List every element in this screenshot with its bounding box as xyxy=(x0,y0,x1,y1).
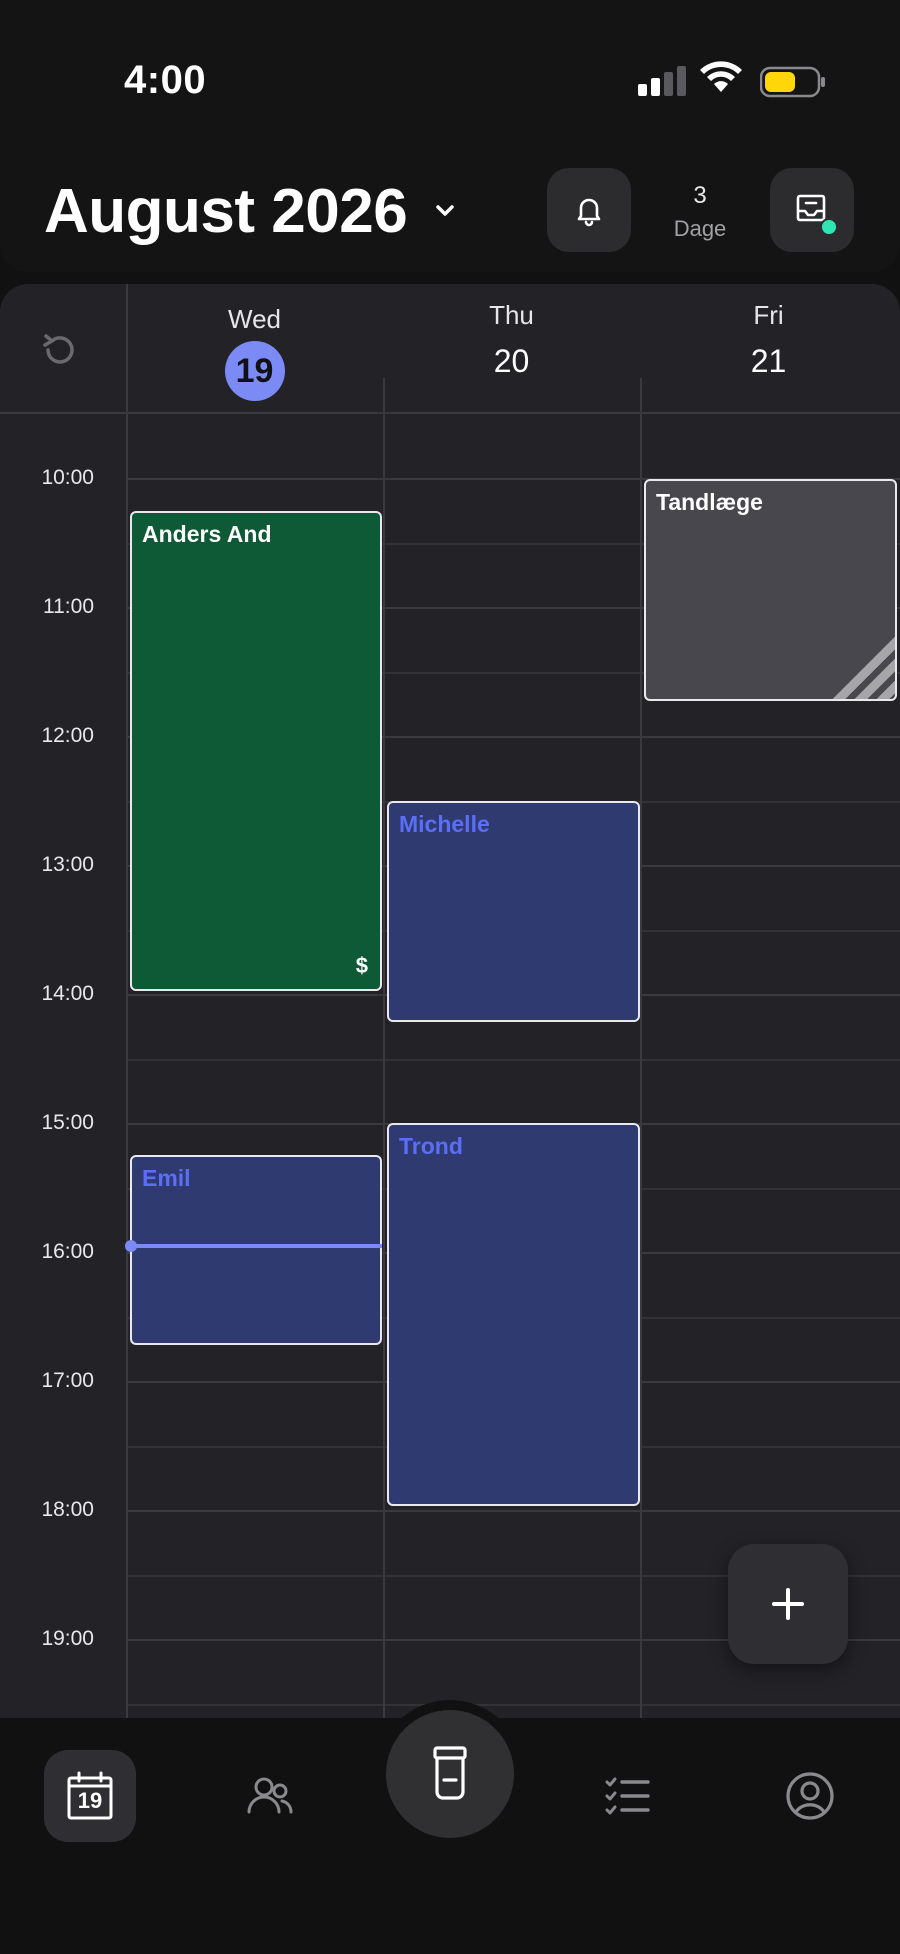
column-divider xyxy=(126,284,128,1718)
cellular-signal-icon xyxy=(638,66,686,96)
notifications-button[interactable] xyxy=(547,168,631,252)
tab-center-action[interactable] xyxy=(386,1710,514,1838)
plus-icon xyxy=(772,1588,804,1620)
event-anders-and[interactable]: Anders And $ xyxy=(130,511,382,991)
header-divider xyxy=(0,412,900,414)
hour-label: 16:00 xyxy=(41,1240,94,1263)
day-name: Fri xyxy=(753,300,784,330)
day-header-wed[interactable]: Wed 19 xyxy=(126,294,383,401)
event-tandlaege[interactable]: Tandlæge xyxy=(644,479,897,701)
half-hour-line xyxy=(128,1058,900,1061)
event-title: Trond xyxy=(399,1133,463,1159)
hour-label: 11:00 xyxy=(43,595,94,618)
hour-label: 14:00 xyxy=(41,982,94,1005)
stripes-pattern xyxy=(809,613,895,699)
tab-profile[interactable] xyxy=(764,1750,856,1842)
tab-calendar-day: 19 xyxy=(77,1788,103,1813)
day-number-today: 19 xyxy=(224,341,285,401)
day-name: Wed xyxy=(228,304,281,334)
payment-badge: $ xyxy=(355,953,368,978)
bell-icon xyxy=(577,198,601,227)
hour-label: 18:00 xyxy=(41,1498,94,1521)
hour-label: 19:00 xyxy=(41,1627,94,1650)
event-michelle[interactable]: Michelle xyxy=(387,801,640,1022)
column-divider xyxy=(640,378,642,1718)
hour-label: 12:00 xyxy=(41,724,94,747)
hour-label: 15:00 xyxy=(41,1111,94,1134)
wifi-icon xyxy=(700,61,742,92)
checklist-icon xyxy=(605,1777,650,1815)
days-count: 3 xyxy=(693,182,707,209)
add-event-button[interactable] xyxy=(728,1544,848,1664)
event-trond[interactable]: Trond xyxy=(387,1123,640,1506)
people-icon xyxy=(247,1777,293,1814)
inbox-button[interactable] xyxy=(770,168,854,252)
status-time: 4:00 xyxy=(124,58,207,102)
hour-line xyxy=(128,1510,900,1512)
tab-calendar[interactable]: 19 xyxy=(44,1750,136,1842)
half-hour-line xyxy=(128,1703,900,1706)
day-name: Thu xyxy=(489,300,534,330)
calendar-view[interactable]: Wed 19 Thu 20 Fri 21 10:00 11:00 12:00 13:0… xyxy=(0,284,900,1718)
refresh-icon[interactable] xyxy=(38,328,82,372)
hour-label: 13:00 xyxy=(41,853,94,876)
day-number: 20 xyxy=(493,343,530,379)
event-title: Michelle xyxy=(399,811,490,837)
chevron-down-icon[interactable] xyxy=(430,196,460,226)
profile-icon xyxy=(786,1772,834,1820)
bottom-tab-bar: 19 xyxy=(0,1700,900,1954)
current-time-line xyxy=(130,1244,382,1248)
day-header-fri[interactable]: Fri 21 xyxy=(640,294,897,380)
column-divider xyxy=(383,378,385,1718)
tab-tasks[interactable] xyxy=(582,1750,674,1842)
hour-label: 10:00 xyxy=(41,466,94,489)
tab-contacts[interactable] xyxy=(224,1750,316,1842)
event-title: Emil xyxy=(142,1165,191,1191)
battery-icon xyxy=(760,66,825,98)
day-number: 21 xyxy=(750,343,787,379)
header: 4:00 August 2026 3 Dage xyxy=(0,0,900,272)
event-title: Anders And xyxy=(142,521,272,547)
inbox-badge-dot xyxy=(820,218,838,236)
event-emil[interactable]: Emil xyxy=(130,1155,382,1345)
current-time-dot xyxy=(125,1240,137,1252)
day-header-thu[interactable]: Thu 20 xyxy=(383,294,640,380)
month-title[interactable]: August 2026 xyxy=(44,176,408,247)
days-label: Dage xyxy=(673,216,727,241)
event-title: Tandlæge xyxy=(656,489,763,515)
hour-label: 17:00 xyxy=(41,1369,94,1392)
cup-icon xyxy=(433,1746,467,1800)
